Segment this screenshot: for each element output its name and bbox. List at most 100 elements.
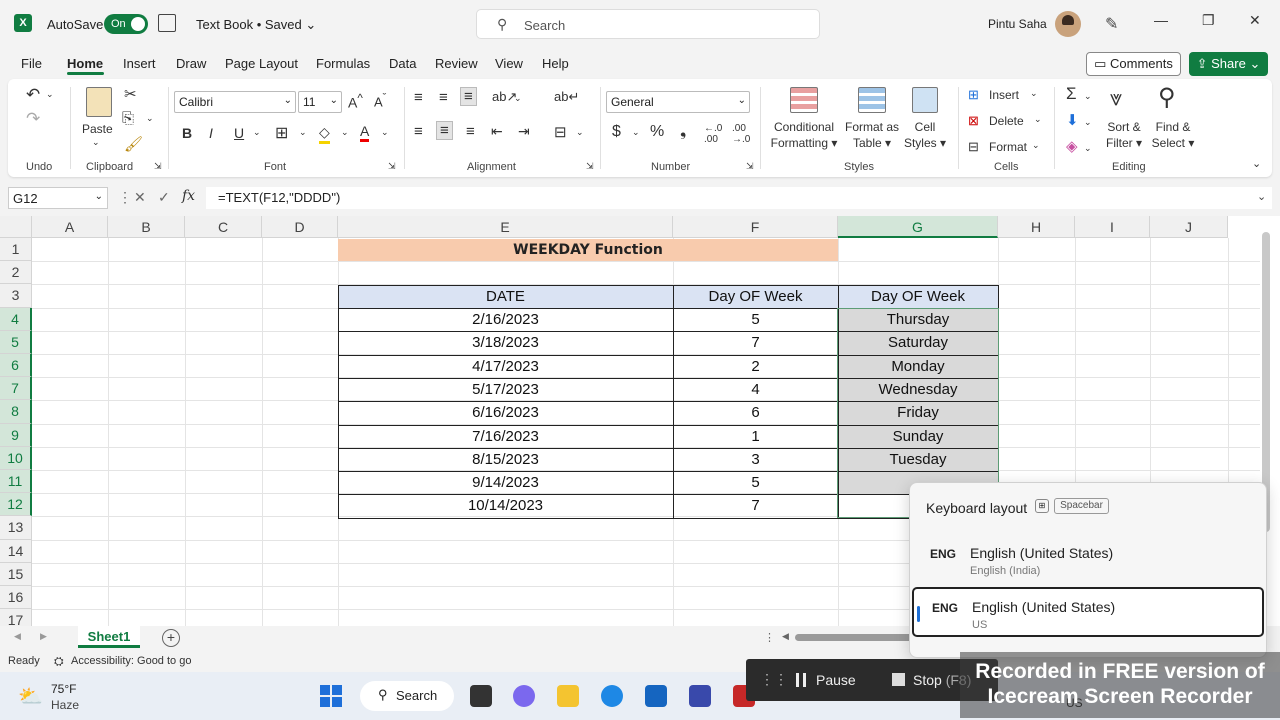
paste-dropdown-icon[interactable]: ⌄ [92,137,100,148]
delete-cells-button[interactable]: Delete [989,114,1024,128]
font-launcher-icon[interactable]: ⇲ [388,161,396,172]
cell-num[interactable]: 4 [673,381,838,398]
row-header-11[interactable]: 11 [0,470,32,494]
alignment-launcher-icon[interactable]: ⇲ [586,161,594,172]
weather-temperature[interactable]: 75°F [51,682,76,696]
format-as-table-button[interactable]: Format as Table ▾ [844,119,900,151]
find-select-icon[interactable]: ⚲ [1158,83,1176,112]
menu-page-layout[interactable]: Page Layout [225,56,298,71]
save-icon[interactable] [158,14,176,32]
decrease-font-icon[interactable]: Aˇ [374,92,386,109]
autosave-toggle[interactable]: On [104,14,148,34]
cell-num[interactable]: 5 [673,474,838,491]
row-header-7[interactable]: 7 [0,377,32,401]
header-day-of-week-name[interactable]: Day OF Week [838,288,998,305]
align-middle-icon[interactable]: ≡ [439,89,448,106]
pen-icon[interactable]: ✎ [1105,14,1118,34]
expand-formula-icon[interactable]: ⌄ [1257,190,1266,203]
orientation-dropdown-icon[interactable]: ⌄ [514,93,522,104]
align-bottom-icon[interactable]: ≡ [460,87,477,106]
row-header-2[interactable]: 2 [0,261,32,285]
column-header-j[interactable]: J [1150,216,1228,238]
decrease-decimal-icon[interactable]: .00 →.0 [732,123,750,145]
undo-dropdown-icon[interactable]: ⌄ [46,89,54,100]
underline-dropdown-icon[interactable]: ⌄ [253,127,261,138]
row-header-12[interactable]: 12 [0,493,32,517]
menu-view[interactable]: View [495,56,523,71]
column-header-e[interactable]: E [338,216,673,238]
weather-condition[interactable]: Haze [51,698,79,712]
column-header-f[interactable]: F [673,216,838,238]
row-header-15[interactable]: 15 [0,562,32,586]
row-header-14[interactable]: 14 [0,539,32,563]
close-icon[interactable]: ✕ [1249,12,1261,29]
scroll-tabs-left-icon[interactable]: ◀ [14,631,21,642]
edge-browser-icon[interactable] [601,685,623,707]
undo-icon[interactable]: ↶ [26,85,40,105]
menu-insert[interactable]: Insert [123,56,156,71]
column-header-h[interactable]: H [998,216,1075,238]
column-header-b[interactable]: B [108,216,185,238]
comma-style-icon[interactable]: ❟ [680,123,686,141]
row-header-9[interactable]: 9 [0,423,32,447]
cell-num[interactable]: 2 [673,358,838,375]
search-input[interactable]: ⚲ Search [476,9,820,39]
align-left-icon[interactable]: ≡ [414,123,423,140]
horizontal-scrollbar[interactable] [795,634,915,641]
confirm-entry-icon[interactable]: ✓ [158,189,170,206]
currency-icon[interactable]: $ [612,123,621,141]
cell-date[interactable]: 4/17/2023 [338,358,673,375]
number-launcher-icon[interactable]: ⇲ [746,161,754,172]
cell-date[interactable]: 8/15/2023 [338,451,673,468]
fill-color-icon[interactable]: ◇ [319,124,330,144]
copy-icon[interactable]: ⎘ [122,110,134,127]
clear-icon[interactable]: ◈ [1066,137,1078,155]
taskbar-search[interactable]: ⚲ Search [360,681,454,711]
delete-cells-icon[interactable]: ⊠ [968,113,979,129]
menu-data[interactable]: Data [389,56,416,71]
add-sheet-icon[interactable]: + [162,629,180,647]
document-title[interactable]: Text Book • Saved ⌄ [196,17,316,33]
format-as-table-icon[interactable] [858,87,886,113]
accessibility-icon[interactable]: ⛭ [54,654,64,669]
menu-review[interactable]: Review [435,56,478,71]
teams-chat-icon[interactable] [513,685,535,707]
cell-num[interactable]: 3 [673,451,838,468]
tabs-splitter-icon[interactable]: ⋮ [764,631,775,644]
ribbon-collapse-icon[interactable]: ⌄ [1252,157,1261,170]
borders-dropdown-icon[interactable]: ⌄ [299,127,307,138]
minimize-icon[interactable]: — [1154,12,1168,28]
row-header-17[interactable]: 17 [0,609,32,626]
row-header-13[interactable]: 13 [0,516,32,540]
delete-dropdown-icon[interactable]: ⌄ [1034,114,1042,125]
restore-icon[interactable]: ❐ [1202,12,1215,29]
insert-dropdown-icon[interactable]: ⌄ [1030,88,1038,99]
wrap-text-icon[interactable]: ab↵ [554,89,579,105]
pause-icon[interactable] [796,673,806,687]
increase-font-icon[interactable]: A^ [348,92,363,111]
name-box[interactable]: G12 ⌄ [8,187,108,209]
user-name[interactable]: Pintu Saha [988,17,1047,31]
menu-home[interactable]: Home [67,56,103,71]
sort-filter-button[interactable]: Sort & Filter ▾ [1102,119,1146,151]
paste-icon[interactable] [86,87,112,117]
decrease-indent-icon[interactable]: ⇤ [491,123,503,140]
windows-start-icon[interactable] [320,685,342,707]
insert-cells-button[interactable]: Insert [989,88,1019,102]
column-header-g[interactable]: G [838,216,998,238]
row-header-1[interactable]: 1 [0,238,32,262]
percent-icon[interactable]: % [650,123,664,141]
cut-icon[interactable]: ✂ [124,85,137,103]
stop-icon[interactable] [892,673,905,686]
weather-icon[interactable]: ⛅ [18,684,43,709]
fill-color-dropdown-icon[interactable]: ⌄ [341,127,349,138]
column-header-c[interactable]: C [185,216,262,238]
status-accessibility[interactable]: Accessibility: Good to go [71,655,191,667]
header-day-of-week-number[interactable]: Day OF Week [673,288,838,305]
sheet-tab-sheet1[interactable]: Sheet1 [78,626,140,648]
cell-styles-icon[interactable] [912,87,938,113]
file-explorer-icon[interactable] [557,685,579,707]
row-header-6[interactable]: 6 [0,354,32,378]
scroll-tabs-right-icon[interactable]: ▶ [40,631,47,642]
task-view-icon[interactable] [470,685,492,707]
